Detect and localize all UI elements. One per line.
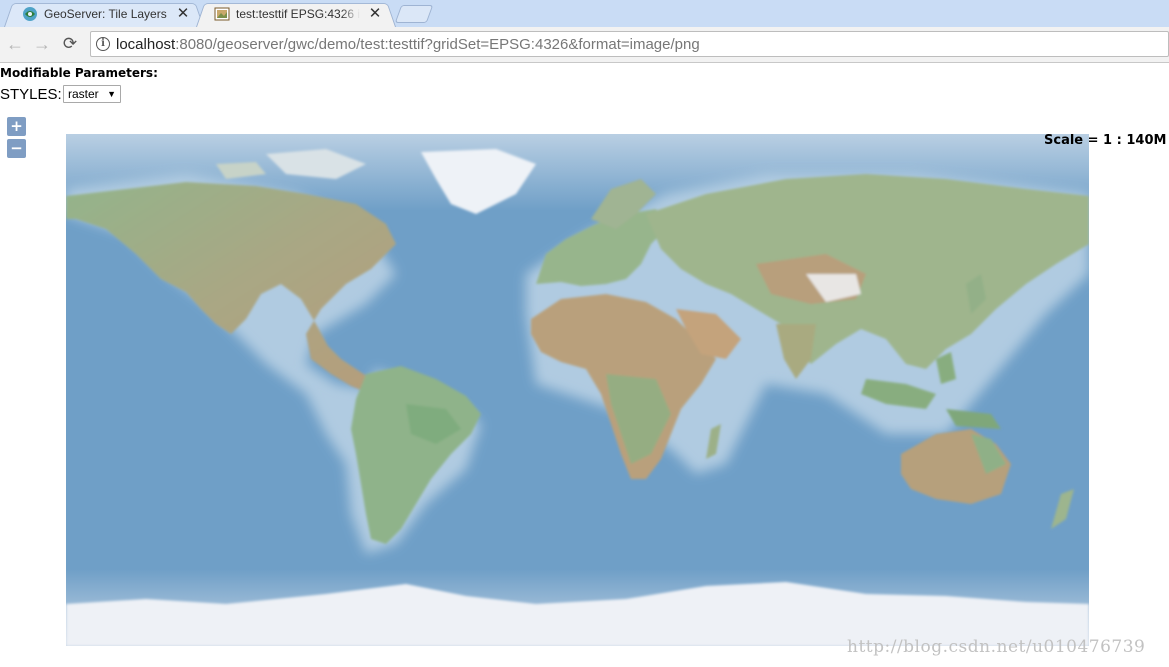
geoserver-icon bbox=[23, 7, 37, 21]
map-thumbnail-icon bbox=[214, 7, 230, 21]
map-viewport[interactable] bbox=[66, 134, 1089, 646]
zoom-out-button[interactable]: − bbox=[7, 139, 26, 158]
scale-indicator: Scale = 1 : 140M bbox=[1044, 133, 1167, 148]
tab-geoserver-tile-layers[interactable]: GeoServer: Tile Layers ✕ bbox=[4, 1, 204, 28]
forward-button[interactable]: → bbox=[31, 33, 53, 55]
close-icon[interactable]: ✕ bbox=[368, 1, 382, 27]
tab-title: test:testtif EPSG:4326 image/png bbox=[236, 7, 360, 21]
new-tab-button[interactable] bbox=[394, 5, 434, 23]
url-host: localhost bbox=[116, 36, 176, 53]
back-button[interactable]: ← bbox=[4, 33, 26, 55]
styles-selected-value: raster bbox=[68, 87, 99, 101]
reload-button[interactable]: ⟳ bbox=[59, 33, 81, 55]
modifiable-parameters-heading: Modifiable Parameters: bbox=[0, 66, 158, 80]
address-bar[interactable]: i localhost:8080/geoserver/gwc/demo/test… bbox=[90, 31, 1169, 57]
world-raster-map bbox=[66, 134, 1089, 646]
styles-select[interactable]: raster ▼ bbox=[63, 85, 121, 103]
info-icon[interactable]: i bbox=[96, 37, 110, 51]
zoom-in-button[interactable]: + bbox=[7, 117, 26, 136]
watermark: http://blog.csdn.net/u010476739 bbox=[847, 637, 1146, 657]
tab-test-testtif[interactable]: test:testtif EPSG:4326 image/png ✕ bbox=[196, 1, 396, 28]
url-text: localhost:8080/geoserver/gwc/demo/test:t… bbox=[116, 32, 700, 57]
browser-toolbar: ← → ⟳ i localhost:8080/geoserver/gwc/dem… bbox=[0, 27, 1169, 63]
url-path: :8080/geoserver/gwc/demo/test:testtif?gr… bbox=[175, 36, 700, 53]
dropdown-arrow-icon: ▼ bbox=[107, 89, 116, 99]
browser-tab-strip: GeoServer: Tile Layers ✕ test:testtif EP… bbox=[0, 0, 1169, 28]
styles-label: STYLES: bbox=[0, 86, 62, 103]
tab-title: GeoServer: Tile Layers bbox=[44, 7, 167, 21]
close-icon[interactable]: ✕ bbox=[176, 1, 190, 27]
